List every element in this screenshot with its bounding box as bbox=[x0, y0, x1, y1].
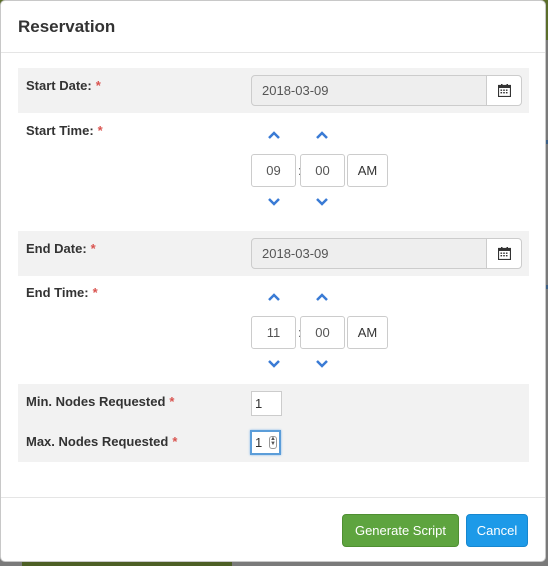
start-date-row: Start Date: * bbox=[18, 68, 529, 113]
min-nodes-label: Min. Nodes Requested * bbox=[26, 394, 175, 409]
start-hour-input[interactable] bbox=[251, 154, 296, 187]
end-date-calendar-button[interactable] bbox=[486, 238, 522, 269]
required-marker: * bbox=[169, 394, 175, 409]
decrement-minute-chevron-down-icon[interactable] bbox=[312, 357, 332, 371]
end-time-label: End Time: * bbox=[26, 285, 98, 300]
start-time-row: Start Time:* : AM bbox=[18, 113, 529, 231]
calendar-icon bbox=[497, 247, 511, 260]
start-meridian-toggle[interactable]: AM bbox=[347, 154, 388, 187]
end-hour-input[interactable] bbox=[251, 316, 296, 349]
min-nodes-input[interactable] bbox=[251, 391, 282, 416]
start-minute-input[interactable] bbox=[300, 154, 345, 187]
modal-footer: Generate Script Cancel bbox=[1, 497, 545, 563]
max-nodes-label: Max. Nodes Requested * bbox=[26, 434, 178, 449]
cancel-button[interactable]: Cancel bbox=[466, 514, 528, 547]
modal-header: Reservation bbox=[1, 1, 545, 53]
end-date-label: End Date: * bbox=[26, 241, 96, 256]
increment-minute-chevron-up-icon[interactable] bbox=[312, 128, 332, 142]
max-nodes-row: Max. Nodes Requested* ▲▼ bbox=[18, 424, 529, 462]
start-date-calendar-button[interactable] bbox=[486, 75, 522, 106]
min-nodes-row: Min. Nodes Requested * bbox=[18, 384, 529, 424]
start-date-picker bbox=[251, 75, 522, 106]
increment-minute-chevron-up-icon[interactable] bbox=[312, 290, 332, 304]
modal-body: Start Date: * 2018-03-09 Start Time: * 0… bbox=[18, 68, 529, 462]
required-marker: * bbox=[97, 123, 103, 138]
start-date-label: Start Date: * bbox=[26, 78, 101, 93]
end-date-picker bbox=[251, 238, 522, 269]
modal-title: Reservation bbox=[18, 17, 116, 36]
required-marker: * bbox=[95, 78, 101, 93]
required-marker: * bbox=[90, 241, 96, 256]
end-minute-input[interactable] bbox=[300, 316, 345, 349]
generate-script-button[interactable]: Generate Script bbox=[342, 514, 459, 547]
required-marker: * bbox=[172, 434, 178, 449]
calendar-icon bbox=[497, 84, 511, 97]
end-meridian-toggle[interactable]: AM bbox=[347, 316, 388, 349]
decrement-hour-chevron-down-icon[interactable] bbox=[264, 357, 284, 371]
increment-hour-chevron-up-icon[interactable] bbox=[264, 290, 284, 304]
start-time-label: Start Time: * bbox=[26, 123, 103, 138]
increment-hour-chevron-up-icon[interactable] bbox=[264, 128, 284, 142]
start-date-input[interactable] bbox=[251, 75, 487, 106]
required-marker: * bbox=[92, 285, 98, 300]
reservation-modal: Reservation Start Date: * 2018-03-09 Sta… bbox=[0, 0, 546, 562]
end-date-row: End Date: * bbox=[18, 231, 529, 276]
end-time-row: End Time:* : AM bbox=[18, 276, 529, 384]
number-spinner-icon[interactable]: ▲ ▼ bbox=[269, 436, 277, 449]
decrement-minute-chevron-down-icon[interactable] bbox=[312, 195, 332, 209]
end-date-input[interactable] bbox=[251, 238, 487, 269]
decrement-hour-chevron-down-icon[interactable] bbox=[264, 195, 284, 209]
